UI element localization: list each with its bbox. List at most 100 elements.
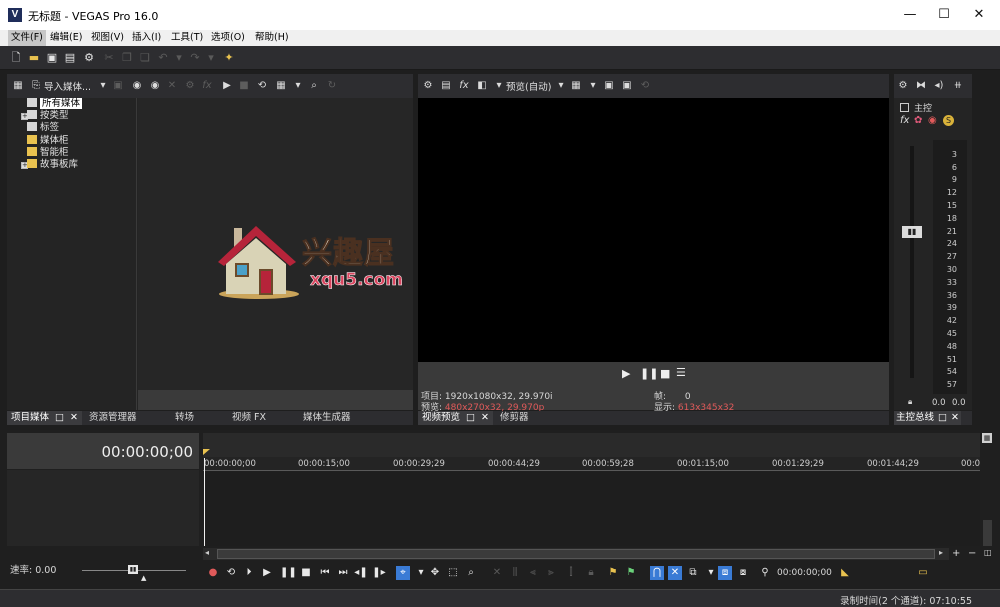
split-dropdown-icon[interactable]: ▾ [492,79,506,93]
dock-icon[interactable]: □ [466,412,475,423]
redo-dropdown-icon[interactable]: ▾ [204,51,218,65]
web-icon[interactable]: ◉ [130,79,144,93]
tab-video-preview[interactable]: 视频预览 □ ✕ [418,411,493,425]
tab-close-icon[interactable]: ✕ [481,412,489,423]
tree-item-storyboard[interactable]: 故事板库 [27,159,78,171]
cut-icon[interactable]: ✂ [102,51,116,65]
views-icon[interactable]: ▦ [274,79,288,93]
dock-icon[interactable]: □ [55,412,64,423]
tab-video-fx[interactable]: 视频 FX [232,411,266,425]
paste-icon[interactable]: ❏ [138,51,152,65]
master-mute-icon[interactable]: ◉ [928,115,937,126]
settings-gear-icon[interactable]: ⚙ [82,51,96,65]
capture-icon[interactable]: ▣ [111,79,125,93]
redo-icon[interactable]: ↷ [188,51,202,65]
menu-options[interactable]: 选项(O) [208,30,248,46]
web-alt-icon[interactable]: ◉ [148,79,162,93]
snapping-icon[interactable]: ⋂ [650,566,664,580]
mixer-settings-icon[interactable]: ⚙ [896,79,910,93]
properties-icon[interactable]: ▤ [63,51,77,65]
menu-view[interactable]: 视图(V) [88,30,127,46]
rate-slider-handle[interactable]: ▮▮ [128,565,138,574]
insert-region-icon[interactable]: ⚑ [624,566,638,580]
close-button[interactable]: ✕ [962,0,996,30]
auto-preview-icon[interactable]: ⟲ [255,79,269,93]
preview-menu-icon[interactable]: ☰ [676,366,686,379]
go-to-start-icon[interactable]: ⏮ [318,566,332,580]
selection-tool-icon[interactable]: ⬚ [446,566,460,580]
selection-start-icon[interactable]: ◣ [838,566,852,580]
play-from-start-icon[interactable]: ⏵ [242,566,256,580]
mixer-speaker-icon[interactable]: ◂) [932,79,946,93]
tab-explorer[interactable]: 资源管理器 [89,411,137,425]
zoom-in-icon[interactable]: + [952,548,960,559]
save-icon[interactable]: ▣ [45,51,59,65]
lock-icon[interactable]: 🔒︎ [584,566,598,580]
transport-stop-icon[interactable]: ■ [299,566,313,580]
preview-device-icon[interactable]: ▤ [439,79,453,93]
overlays-dropdown-icon[interactable]: ▾ [586,79,600,93]
preview-play-icon[interactable]: ▶ [622,367,630,380]
master-fx-chain-icon[interactable]: ✿ [914,115,922,126]
scroll-right-icon[interactable]: ▸ [939,548,943,557]
import-media-button[interactable]: 导入媒体... [44,79,91,93]
loop-playback-icon[interactable]: ⟲ [224,566,238,580]
tree-item-by-type[interactable]: 按类型 [27,110,69,122]
delete-icon[interactable]: ✕ [490,566,504,580]
menu-insert[interactable]: 插入(I) [129,30,164,46]
copy-icon[interactable]: ❐ [120,51,134,65]
import-media-icon[interactable]: ⎘ [29,79,43,93]
whats-this-help-icon[interactable]: ✦ [222,51,236,65]
undo-dropdown-icon[interactable]: ▾ [172,51,186,65]
refresh-icon[interactable]: ↻ [325,79,339,93]
transport-play-icon[interactable]: ▶ [260,566,274,580]
views-dropdown-icon[interactable]: ▾ [291,79,305,93]
zoom-tool-icon[interactable]: ⌕ [464,566,478,580]
split-icon[interactable]: ⫿ [564,566,578,580]
insert-marker-icon[interactable]: ⚑ [606,566,620,580]
tab-project-media[interactable]: 项目媒体 □ ✕ [7,411,82,425]
tree-item-all-media[interactable]: 所有媒体 [27,98,83,110]
overlays-grid-icon[interactable]: ▦ [569,79,583,93]
master-solo-icon[interactable]: S [943,115,954,126]
save-snapshot-icon[interactable]: ▣ [620,79,634,93]
preview-pause-icon[interactable]: ❚❚ [640,367,658,380]
stop-icon[interactable]: ■ [237,79,251,93]
zoom-fit-icon[interactable]: ◫ [984,548,992,557]
trim-start-icon[interactable]: ⫷ [526,566,540,580]
horizontal-scrollbar[interactable]: ◂ ▸ [203,548,949,560]
normal-edit-tool-icon[interactable]: ⌖ [396,566,410,580]
media-view-icon[interactable]: ▦ [11,79,25,93]
trim-icon[interactable]: ⫼ [508,566,522,580]
master-fx-icon[interactable]: fx [900,115,909,126]
preview-stop-icon[interactable]: ■ [660,367,670,380]
maximize-button[interactable]: ☐ [927,0,961,30]
preview-quality-select[interactable]: 预览(自动) [506,79,551,93]
ripple-edit-icon[interactable]: ⧉ [686,566,700,580]
mixer-lock-icon[interactable]: 🔒︎ [908,397,912,407]
menu-file[interactable]: 文件(F) [8,30,46,46]
menu-tools[interactable]: 工具(T) [168,30,206,46]
mixer-faders-icon[interactable]: ⧺ [951,79,965,93]
copy-snapshot-icon[interactable]: ▣ [602,79,616,93]
auto-crossfade-icon[interactable]: ✕ [668,566,682,580]
preview-link-icon[interactable]: ⟲ [638,79,652,93]
selection-length-icon[interactable]: ▭ [916,566,930,580]
tree-item-tags[interactable]: 标签 [27,122,59,134]
tab-close-icon[interactable]: ✕ [951,412,959,423]
menu-edit[interactable]: 编辑(E) [47,30,85,46]
dock-icon[interactable]: □ [938,412,947,423]
master-checkbox[interactable] [900,103,909,112]
play-icon[interactable]: ▶ [220,79,234,93]
fx-icon[interactable]: fx [200,79,214,93]
new-file-icon[interactable]: 🗋 [9,51,23,65]
scroll-left-icon[interactable]: ◂ [205,548,209,557]
playhead-cursor[interactable] [204,458,205,546]
open-folder-icon[interactable]: ▬ [27,51,41,65]
record-icon[interactable]: ● [206,566,220,580]
split-screen-icon[interactable]: ◧ [475,79,489,93]
envelope-tool-icon[interactable]: ✥ [428,566,442,580]
preview-fx-icon[interactable]: fx [457,79,471,93]
master-fader-handle[interactable]: ▮▮ [902,226,922,238]
ripple-dropdown-icon[interactable]: ▾ [704,566,718,580]
